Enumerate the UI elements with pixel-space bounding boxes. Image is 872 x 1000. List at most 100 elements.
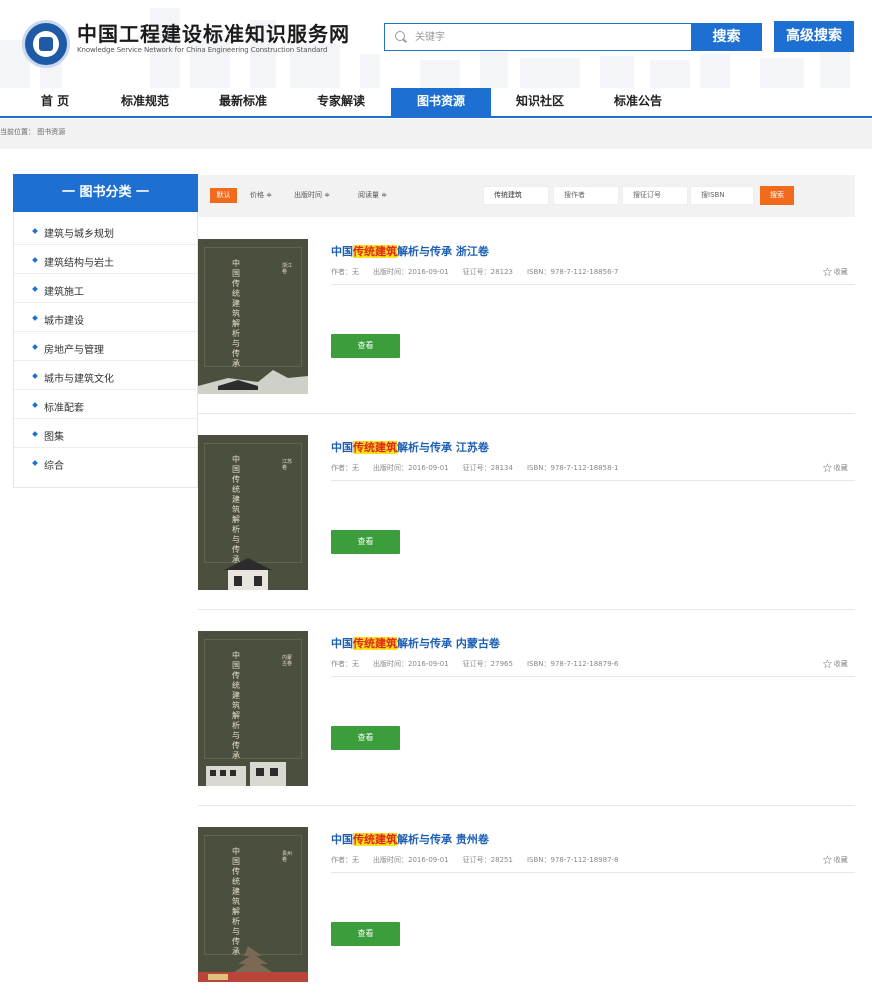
view-button[interactable]: 查看	[331, 530, 400, 554]
view-button[interactable]: 查看	[331, 334, 400, 358]
book-author: 作者：无	[331, 464, 359, 472]
sidebar-heading: 一 图书分类 一	[13, 174, 198, 212]
bullet-icon	[32, 228, 38, 234]
book-meta: 作者：无 出版时间：2016-09-01 征订号：28251 ISBN：978-7-1…	[331, 855, 633, 865]
sidebar-item-realestate[interactable]: 房地产与管理	[14, 333, 197, 361]
star-outline-icon: ☆	[822, 853, 833, 867]
nav-item-home[interactable]: 首 页	[20, 88, 90, 116]
bullet-icon	[32, 286, 38, 292]
search-icon	[395, 31, 405, 41]
book-meta: 作者：无 出版时间：2016-09-01 征订号：28134 ISBN：978-7-1…	[331, 463, 633, 473]
sidebar-item-label: 建筑结构与岩土	[44, 258, 114, 269]
filter-bar: 默认 价格 ≑ 出版时间 ≑ 阅读量 ≑ 传统建筑 搜作者 搜征订号 搜ISBN…	[198, 175, 855, 217]
order-no-search-field[interactable]: 搜征订号	[622, 186, 688, 205]
sidebar-item-urban[interactable]: 城市建设	[14, 304, 197, 332]
sidebar-item-label: 综合	[44, 461, 64, 472]
bullet-icon	[32, 344, 38, 350]
cover-title: 中国传统建筑解析与传承	[232, 847, 240, 956]
view-button[interactable]: 查看	[331, 726, 400, 750]
nav-item-latest[interactable]: 最新标准	[208, 88, 278, 116]
cover-building-image	[224, 558, 272, 590]
breadcrumb: 当前位置： 图书资源	[0, 128, 66, 136]
site-subtitle: Knowledge Service Network for China Engi…	[77, 46, 328, 54]
sort-reads[interactable]: 阅读量 ≑	[358, 190, 387, 200]
book-cover[interactable]: 中国传统建筑解析与传承 浙江卷	[198, 239, 308, 394]
view-button[interactable]: 查看	[331, 922, 400, 946]
book-item: 中国传统建筑解析与传承 贵州卷 中国传统建筑解析与传承 贵州卷 作者：无 出版时间…	[198, 806, 855, 1000]
filter-search-button[interactable]: 搜索	[760, 186, 794, 205]
nav-item-standards[interactable]: 标准规范	[110, 88, 180, 116]
cover-volume: 江苏卷	[282, 459, 293, 471]
book-title[interactable]: 中国传统建筑解析与传承 贵州卷	[331, 831, 489, 847]
cover-building-image	[198, 370, 308, 394]
book-cover[interactable]: 中国传统建筑解析与传承 贵州卷	[198, 827, 308, 982]
nav-item-community[interactable]: 知识社区	[505, 88, 575, 116]
bullet-icon	[32, 315, 38, 321]
sidebar-item-label: 建筑施工	[44, 287, 84, 298]
sidebar-item-label: 建筑与城乡规划	[44, 229, 114, 240]
author-search-field[interactable]: 搜作者	[553, 186, 619, 205]
sidebar-item-label: 城市建设	[44, 316, 84, 327]
book-isbn: ISBN：978-7-112-18987-8	[526, 856, 619, 864]
sidebar-item-atlas[interactable]: 图集	[14, 420, 197, 448]
advanced-search-button[interactable]: 高级搜索	[774, 21, 854, 52]
book-item: 中国传统建筑解析与传承 江苏卷 中国传统建筑解析与传承 江苏卷 作者：无 出版时间…	[198, 414, 855, 610]
cover-volume: 浙江卷	[282, 263, 293, 275]
book-order-no: 征订号：28251	[462, 856, 513, 864]
book-cover[interactable]: 中国传统建筑解析与传承 江苏卷	[198, 435, 308, 590]
favorite-button[interactable]: ☆收藏	[822, 657, 848, 671]
book-order-no: 征订号：27965	[462, 660, 513, 668]
sidebar-item-structure[interactable]: 建筑结构与岩土	[14, 246, 197, 274]
book-cover[interactable]: 中国传统建筑解析与传承 内蒙古卷	[198, 631, 308, 786]
book-meta: 作者：无 出版时间：2016-09-01 征订号：27965 ISBN：978-7-1…	[331, 659, 633, 669]
book-author: 作者：无	[331, 660, 359, 668]
cover-volume: 贵州卷	[282, 851, 293, 863]
book-isbn: ISBN：978-7-112-18858-1	[526, 464, 619, 472]
sidebar-item-culture[interactable]: 城市与建筑文化	[14, 362, 197, 390]
cover-title: 中国传统建筑解析与传承	[232, 259, 240, 368]
book-order-no: 征订号：28123	[462, 268, 513, 276]
nav-item-expert[interactable]: 专家解读	[306, 88, 376, 116]
sort-publish-date[interactable]: 出版时间 ≑	[294, 190, 330, 200]
book-order-no: 征订号：28134	[462, 464, 513, 472]
site-header: 中国工程建设标准知识服务网 Knowledge Service Network …	[0, 0, 872, 118]
site-title: 中国工程建设标准知识服务网	[77, 22, 350, 46]
book-title[interactable]: 中国传统建筑解析与传承 浙江卷	[331, 243, 489, 259]
book-item: 中国传统建筑解析与传承 浙江卷 中国传统建筑解析与传承 浙江卷 作者：无 出版时间…	[198, 218, 855, 414]
sidebar-item-planning[interactable]: 建筑与城乡规划	[14, 217, 197, 245]
cover-volume: 内蒙古卷	[282, 655, 293, 667]
book-isbn: ISBN：978-7-112-18879-6	[526, 660, 619, 668]
sidebar-item-construction[interactable]: 建筑施工	[14, 275, 197, 303]
book-isbn: ISBN：978-7-112-18856-7	[526, 268, 619, 276]
search-input[interactable]	[415, 24, 685, 50]
cover-building-image	[206, 762, 286, 786]
nav-item-notices[interactable]: 标准公告	[603, 88, 673, 116]
book-title[interactable]: 中国传统建筑解析与传承 江苏卷	[331, 439, 489, 455]
sidebar-item-label: 城市与建筑文化	[44, 374, 114, 385]
keyword-field[interactable]: 传统建筑	[483, 186, 549, 205]
book-date: 出版时间：2016-09-01	[373, 464, 449, 472]
sidebar-item-label: 标准配套	[44, 403, 84, 414]
nav-item-books[interactable]: 图书资源	[391, 88, 491, 116]
search-button[interactable]: 搜索	[691, 23, 762, 51]
favorite-button[interactable]: ☆收藏	[822, 461, 848, 475]
sort-price[interactable]: 价格 ≑	[250, 190, 272, 200]
bullet-icon	[32, 402, 38, 408]
sidebar-item-supporting[interactable]: 标准配套	[14, 391, 197, 419]
cover-title: 中国传统建筑解析与传承	[232, 455, 240, 564]
sidebar-item-label: 图集	[44, 432, 64, 443]
favorite-button[interactable]: ☆收藏	[822, 853, 848, 867]
search-box	[384, 23, 692, 51]
favorite-button[interactable]: ☆收藏	[822, 265, 848, 279]
site-logo-icon[interactable]	[22, 20, 70, 68]
book-title[interactable]: 中国传统建筑解析与传承 内蒙古卷	[331, 635, 500, 651]
book-author: 作者：无	[331, 856, 359, 864]
book-date: 出版时间：2016-09-01	[373, 856, 449, 864]
sidebar-item-general[interactable]: 综合	[14, 449, 197, 477]
bullet-icon	[32, 431, 38, 437]
isbn-search-field[interactable]: 搜ISBN	[690, 186, 754, 205]
cover-building-image	[198, 946, 308, 982]
cover-title: 中国传统建筑解析与传承	[232, 651, 240, 760]
sort-default-chip[interactable]: 默认	[210, 188, 237, 203]
book-date: 出版时间：2016-09-01	[373, 660, 449, 668]
